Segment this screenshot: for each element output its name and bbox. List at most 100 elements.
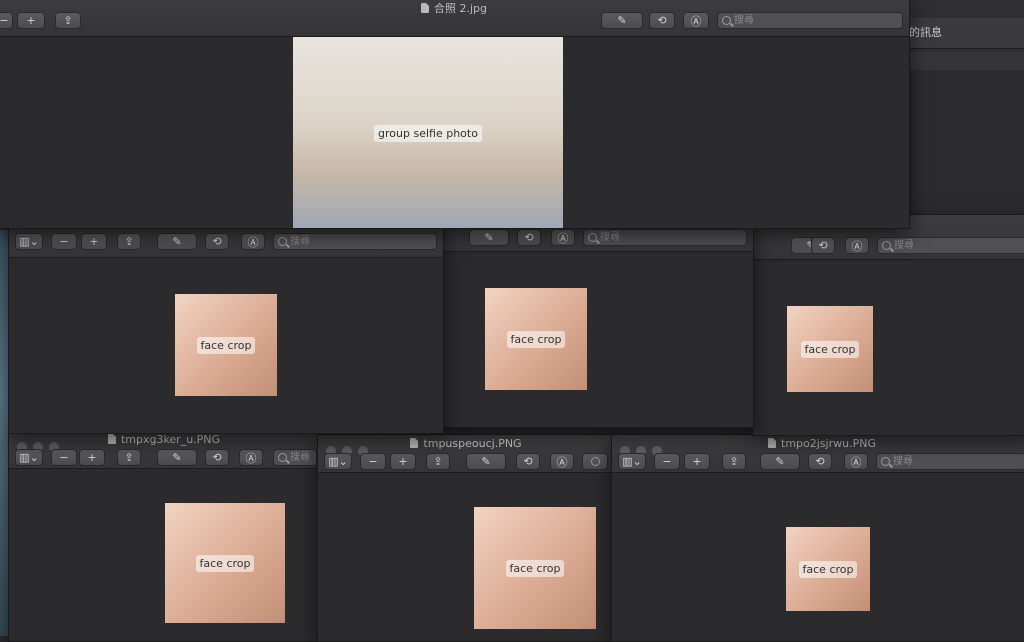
zoom-in-icon: +: [692, 455, 702, 468]
share-button[interactable]: ⇪: [722, 453, 746, 470]
image-canvas: face crop: [753, 260, 1024, 435]
window-toolbar: tmpxg3ker_u.PNG ▥ ⌄ − + ⇪ ✎ ⟲ Ⓐ 搜尋: [9, 431, 319, 469]
pen-tool-button[interactable]: ✎: [601, 12, 643, 29]
info-panel-header: 的訊息: [906, 18, 1024, 49]
image-canvas: face crop: [9, 469, 319, 641]
search-input[interactable]: 搜尋: [583, 229, 747, 246]
rotate-icon: ⟲: [523, 455, 533, 468]
zoom-in-button[interactable]: +: [81, 233, 107, 250]
pen-tool-button[interactable]: ✎: [760, 453, 800, 470]
chevron-down-icon: ⌄: [632, 455, 642, 468]
sidebar-icon: ▥: [622, 455, 633, 468]
info-panel: 的訊息: [905, 0, 1024, 232]
markup-icon: Ⓐ: [850, 455, 862, 469]
zoom-out-button[interactable]: −: [51, 233, 77, 250]
share-button[interactable]: ⇪: [117, 233, 141, 250]
pen-tool-button[interactable]: ✎: [157, 449, 197, 466]
search-icon: [588, 233, 597, 242]
chevron-down-icon: ⌄: [29, 235, 39, 248]
image-canvas: face crop: [9, 258, 443, 433]
chevron-down-icon: ⌄: [338, 455, 348, 468]
zoom-in-button[interactable]: +: [79, 449, 105, 466]
rotate-button[interactable]: ⟲: [205, 233, 229, 250]
face-image: face crop: [474, 507, 596, 629]
pen-icon: ✎: [481, 455, 491, 468]
markup-button[interactable]: Ⓐ: [551, 229, 575, 246]
zoom-out-button[interactable]: −: [0, 12, 13, 29]
share-icon: ⇪: [729, 455, 739, 468]
zoom-in-icon: +: [398, 455, 408, 468]
preview-window-middle-3: ✎ ⟲ Ⓐ 搜尋 face crop: [752, 214, 1024, 436]
rotate-icon: ⟲: [818, 239, 828, 252]
sidebar-toggle-button[interactable]: ▥ ⌄: [15, 233, 43, 250]
sidebar-icon: ▥: [328, 455, 339, 468]
face-image: face crop: [787, 306, 873, 392]
face-image: face crop: [175, 294, 277, 396]
preview-window-middle-2: ✎ ⟲ Ⓐ 搜尋 face crop: [440, 214, 754, 428]
search-input[interactable]: 搜尋: [876, 453, 1024, 470]
zoom-in-button[interactable]: +: [684, 453, 710, 470]
rotate-button[interactable]: ⟲: [516, 453, 540, 470]
sidebar-icon: ▥: [19, 451, 30, 464]
rotate-button[interactable]: ⟲: [649, 12, 675, 29]
markup-icon: Ⓐ: [247, 235, 259, 249]
pen-tool-button[interactable]: ✎: [469, 229, 509, 246]
search-input[interactable]: 搜尋: [273, 449, 317, 466]
share-icon: ⇪: [124, 451, 134, 464]
rotate-button[interactable]: ⟲: [517, 229, 541, 246]
search-input[interactable]: 搜尋: [877, 237, 1024, 254]
share-button[interactable]: ⇪: [117, 449, 141, 466]
document-icon: [410, 438, 419, 448]
pen-icon: ✎: [172, 235, 182, 248]
search-input[interactable]: 搜尋: [717, 12, 903, 29]
search-button[interactable]: [582, 453, 608, 470]
preview-window-middle-1: ▥ ⌄ − + ⇪ ✎ ⟲ Ⓐ 搜尋 face crop: [8, 214, 444, 434]
preview-window-bottom-1: tmpxg3ker_u.PNG ▥ ⌄ − + ⇪ ✎ ⟲ Ⓐ 搜尋 face c…: [8, 430, 320, 642]
pen-icon: ✎: [484, 231, 494, 244]
sidebar-toggle-button[interactable]: ▥ ⌄: [324, 453, 352, 470]
markup-icon: Ⓐ: [245, 451, 257, 465]
image-canvas: face crop: [612, 473, 1024, 641]
sidebar-toggle-button[interactable]: ▥ ⌄: [618, 453, 646, 470]
zoom-out-icon: −: [662, 455, 672, 468]
share-button[interactable]: ⇪: [426, 453, 450, 470]
window-title: tmpxg3ker_u.PNG: [9, 433, 319, 446]
rotate-icon: ⟲: [212, 235, 222, 248]
search-icon: [881, 457, 890, 466]
zoom-out-button[interactable]: −: [654, 453, 680, 470]
pen-tool-button[interactable]: ✎: [157, 233, 197, 250]
pen-icon: ✎: [775, 455, 785, 468]
markup-icon: Ⓐ: [690, 14, 702, 28]
rotate-button[interactable]: ⟲: [205, 449, 229, 466]
preview-window-main: 合照 2.jpg − + ⇪ ✎ ⟲ Ⓐ 搜尋 group selfie pho…: [0, 0, 910, 229]
sidebar-toggle-button[interactable]: ▥ ⌄: [15, 449, 43, 466]
markup-button[interactable]: Ⓐ: [683, 12, 709, 29]
search-icon: [882, 241, 891, 250]
zoom-in-icon: +: [26, 14, 36, 27]
pen-tool-button[interactable]: ✎: [466, 453, 506, 470]
markup-button[interactable]: Ⓐ: [845, 237, 869, 254]
document-icon: [107, 434, 116, 444]
zoom-in-button[interactable]: +: [17, 12, 45, 29]
search-icon: [722, 16, 731, 25]
markup-button[interactable]: Ⓐ: [550, 453, 574, 470]
zoom-in-button[interactable]: +: [390, 453, 416, 470]
share-button[interactable]: ⇪: [55, 12, 81, 29]
zoom-out-button[interactable]: −: [51, 449, 77, 466]
markup-button[interactable]: Ⓐ: [239, 449, 263, 466]
rotate-button[interactable]: ⟲: [808, 453, 832, 470]
zoom-out-icon: −: [59, 235, 69, 248]
rotate-button[interactable]: ⟲: [811, 237, 835, 254]
window-toolbar: tmpo2jsjrwu.PNG ▥ ⌄ − + ⇪ ✎ ⟲ Ⓐ 搜尋: [612, 435, 1024, 473]
markup-button[interactable]: Ⓐ: [241, 233, 265, 250]
info-panel-row: [906, 52, 1024, 71]
search-icon: [278, 237, 287, 246]
document-icon: [768, 438, 777, 448]
zoom-out-button[interactable]: −: [360, 453, 386, 470]
window-toolbar: 合照 2.jpg − + ⇪ ✎ ⟲ Ⓐ 搜尋: [0, 0, 909, 37]
face-image: face crop: [786, 527, 870, 611]
face-image: face crop: [165, 503, 285, 623]
markup-button[interactable]: Ⓐ: [844, 453, 868, 470]
search-input[interactable]: 搜尋: [273, 233, 437, 250]
window-title: tmpo2jsjrwu.PNG: [612, 437, 1024, 450]
